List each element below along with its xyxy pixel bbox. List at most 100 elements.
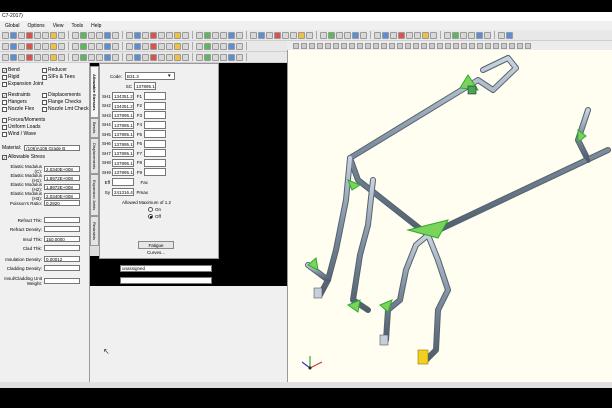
viewport-tool-icon[interactable] (333, 42, 339, 49)
toolbar-button-icon[interactable] (112, 31, 119, 39)
toolbar-button-icon[interactable] (460, 31, 467, 39)
f-field[interactable] (144, 92, 166, 100)
elastic-modulus-h1-field[interactable]: 1.8972E+008 (44, 175, 80, 181)
f-field[interactable] (144, 111, 166, 119)
refract-thk-field[interactable] (44, 217, 80, 223)
toolbar-button-icon[interactable] (18, 42, 25, 50)
toolbar-button-icon[interactable] (34, 53, 41, 61)
toolbar-button-icon[interactable] (328, 31, 335, 39)
toolbar-button-icon[interactable] (166, 31, 173, 39)
menu-view[interactable]: View (52, 23, 65, 29)
toolbar-button-icon[interactable] (336, 31, 343, 39)
toolbar-button-icon[interactable] (212, 42, 219, 50)
toolbar-button-icon[interactable] (236, 42, 243, 50)
toolbar-button-icon[interactable] (126, 42, 133, 50)
toolbar-button-icon[interactable] (58, 42, 65, 50)
toolbar-button-icon[interactable] (398, 31, 405, 39)
toolbar-button-icon[interactable] (10, 31, 17, 39)
toolbar-button-icon[interactable] (174, 42, 181, 50)
toolbar-button-icon[interactable] (506, 31, 513, 39)
insul-thk-field[interactable]: 150.0000 (44, 236, 80, 242)
toolbar-button-icon[interactable] (212, 53, 219, 61)
toolbar-button-icon[interactable] (142, 42, 149, 50)
tab-displacements[interactable]: Displacements (90, 138, 99, 174)
toolbar-button-icon[interactable] (18, 31, 25, 39)
toolbar-button-icon[interactable] (42, 42, 49, 50)
tab-restraints[interactable]: Restraints (90, 216, 99, 246)
toolbar-button-icon[interactable] (2, 31, 9, 39)
menu-tools[interactable]: Tools (70, 23, 84, 29)
line-number-select[interactable]: unassigned (120, 265, 212, 272)
toolbar-button-icon[interactable] (282, 31, 289, 39)
toolbar-button-icon[interactable] (236, 53, 243, 61)
fatigue-curves-button[interactable]: Fatigue Curves... (138, 241, 174, 255)
toolbar-button-icon[interactable] (444, 31, 451, 39)
toolbar-button-icon[interactable] (34, 42, 41, 50)
toolbar-button-icon[interactable] (414, 31, 421, 39)
hangers-checkbox[interactable]: Hangers (2, 99, 27, 105)
f-field[interactable] (144, 158, 166, 167)
toolbar-button-icon[interactable] (150, 31, 157, 39)
f-field[interactable] (144, 168, 166, 176)
toolbar-button-icon[interactable] (174, 31, 181, 39)
f-field[interactable] (144, 120, 166, 129)
radio-on[interactable]: On (148, 207, 161, 212)
toolbar-button-icon[interactable] (196, 53, 203, 61)
toolbar-button-icon[interactable] (374, 31, 381, 39)
refract-density-field[interactable] (44, 226, 80, 232)
material-select[interactable]: (106)A106 Grade B (24, 145, 81, 151)
sh-field[interactable]: 134351.23 (112, 101, 134, 110)
toolbar-button-icon[interactable] (352, 31, 359, 39)
toolbar-button-icon[interactable] (96, 53, 103, 61)
bend-checkbox[interactable]: ✓ Bend (2, 67, 20, 73)
toolbar-button-icon[interactable] (274, 31, 281, 39)
viewport-tool-icon[interactable] (453, 42, 459, 49)
rigid-checkbox[interactable]: Rigid (2, 74, 19, 80)
toolbar-button-icon[interactable] (182, 42, 189, 50)
viewport-tool-icon[interactable] (349, 42, 355, 49)
insul-cladding-unit-weight-field[interactable] (44, 278, 80, 284)
toolbar-button-icon[interactable] (80, 53, 87, 61)
toolbar-button-icon[interactable] (10, 53, 17, 61)
toolbar-button-icon[interactable] (134, 42, 141, 50)
viewport-tool-icon[interactable] (461, 42, 467, 49)
toolbar-button-icon[interactable] (72, 31, 79, 39)
toolbar-button-icon[interactable] (96, 31, 103, 39)
toolbar-button-icon[interactable] (10, 42, 17, 50)
toolbar-button-icon[interactable] (104, 53, 111, 61)
toolbar-button-icon[interactable] (196, 42, 203, 50)
toolbar-button-icon[interactable] (72, 42, 79, 50)
insulation-density-field[interactable]: 0.00012 (44, 256, 80, 262)
radio-off[interactable]: Off (148, 214, 161, 219)
flange-checks-checkbox[interactable]: Flange Checks (42, 99, 81, 105)
sh-field[interactable]: 137895.14 (112, 111, 134, 119)
sh-field[interactable]: 137895.14 (112, 149, 134, 157)
viewport-tool-icon[interactable] (421, 42, 427, 49)
toolbar-button-icon[interactable] (88, 42, 95, 50)
viewport-tool-icon[interactable] (389, 42, 395, 49)
viewport-tool-icon[interactable] (301, 42, 307, 49)
toolbar-button-icon[interactable] (2, 42, 9, 50)
toolbar-button-icon[interactable] (344, 31, 351, 39)
toolbar-button-icon[interactable] (220, 31, 227, 39)
toolbar-button-icon[interactable] (430, 31, 437, 39)
toolbar-button-icon[interactable] (468, 31, 475, 39)
toolbar-button-icon[interactable] (422, 31, 429, 39)
toolbar-button-icon[interactable] (320, 31, 327, 39)
toolbar-button-icon[interactable] (42, 31, 49, 39)
viewport-tool-icon[interactable] (293, 42, 299, 49)
toolbar-button-icon[interactable] (150, 53, 157, 61)
toolbar-button-icon[interactable] (236, 31, 243, 39)
toolbar-button-icon[interactable] (112, 42, 119, 50)
nozzle-flex-checkbox[interactable]: Nozzle Flex (2, 106, 34, 112)
eff-field[interactable] (112, 178, 134, 186)
toolbar-button-icon[interactable] (142, 53, 149, 61)
toolbar-button-icon[interactable] (142, 31, 149, 39)
tab-allowable-stresses[interactable]: Allowable Stresses (90, 66, 99, 118)
toolbar-button-icon[interactable] (204, 53, 211, 61)
toolbar-button-icon[interactable] (484, 31, 491, 39)
toolbar-button-icon[interactable] (72, 53, 79, 61)
toolbar-button-icon[interactable] (126, 53, 133, 61)
toolbar-button-icon[interactable] (166, 53, 173, 61)
sifs-tees-checkbox[interactable]: SIFs & Tees (42, 74, 75, 80)
